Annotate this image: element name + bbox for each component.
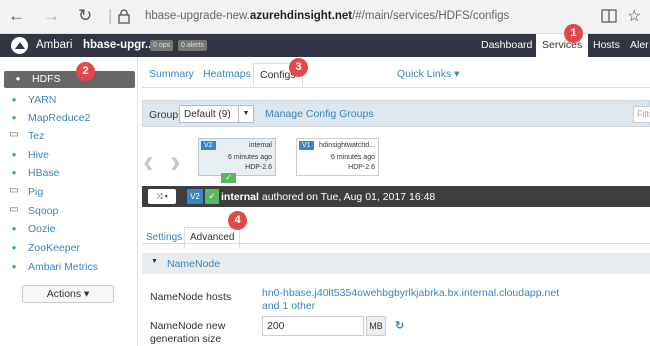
unit-label: MB [366, 316, 386, 336]
version-author: internal [221, 191, 259, 203]
lock-icon [118, 9, 130, 24]
namenode-other-hosts-link[interactable]: and 1 other [262, 300, 315, 313]
current-version-check-icon: ✓ [221, 173, 236, 183]
sidebar-item-hive[interactable]: ● Hive [0, 147, 138, 164]
version-stack: HDP-2.6 [245, 164, 272, 171]
ambari-logo-icon [11, 37, 28, 54]
arrow-left-icon[interactable]: ← [8, 6, 25, 26]
tab-heatmaps[interactable]: Heatmaps [203, 68, 251, 80]
url-domain: azurehdinsight.net [249, 10, 353, 22]
version-tag: V2 [201, 141, 216, 150]
version-stack: HDP-2.6 [348, 164, 375, 171]
check-icon: ✓ [205, 189, 219, 204]
check-circle-icon: ● [15, 74, 21, 83]
sidebar-item-yarn[interactable]: ● YARN [0, 92, 138, 109]
browser-toolbar: ← → ↻ | hbase-upgrade-new.azurehdinsight… [0, 0, 650, 34]
check-circle-icon: ● [11, 262, 17, 271]
nav-dashboard[interactable]: Dashboard [481, 39, 532, 51]
cluster-name: hbase-upgr... [83, 39, 155, 51]
check-circle-icon: ● [11, 150, 17, 159]
sidebar-item-mapreduce2[interactable]: ● MapReduce2 [0, 110, 138, 127]
version-author: hdinsightwatchd... [318, 142, 375, 149]
sidebar-item-label: Hive [28, 149, 50, 161]
arrow-right-icon[interactable]: → [43, 6, 60, 26]
version-card-v1[interactable]: V1 hdinsightwatchd... 6 minutes ago HDP-… [296, 138, 379, 176]
reading-view-icon[interactable] [601, 9, 617, 23]
laptop-icon: ▭ [9, 204, 19, 215]
compare-dropdown[interactable]: ⤨ ▾ [148, 189, 176, 204]
sidebar-item-label: Pig [28, 186, 44, 198]
namenode-newgen-label-line2: generation size [150, 333, 222, 345]
sidebar-item-oozie[interactable]: ● Oozie [0, 221, 138, 238]
tab-summary[interactable]: Summary [149, 68, 194, 80]
laptop-icon: ▭ [9, 129, 19, 140]
sidebar-item-label: MapReduce2 [28, 112, 91, 124]
version-authored-text: internal authored on Tue, Aug 01, 2017 1… [221, 191, 435, 203]
url-prefix: hbase-upgrade-new. [145, 10, 250, 22]
laptop-icon: ▭ [9, 185, 19, 196]
sidebar-item-label: Tez [28, 130, 45, 142]
filter-input[interactable]: Filte [633, 106, 650, 123]
refresh-icon[interactable]: ↻ [78, 6, 92, 26]
star-icon[interactable]: ☆ [627, 6, 641, 26]
check-circle-icon: ● [11, 224, 17, 233]
annotation-marker-4: 4 [228, 211, 247, 230]
quick-links-dropdown[interactable]: Quick Links ▾ [397, 68, 459, 80]
nav-alerts[interactable]: Aler [630, 39, 649, 51]
sidebar-item-tez[interactable]: ▭ Tez [0, 128, 138, 145]
sidebar-item-pig[interactable]: ▭ Pig [0, 184, 138, 201]
version-tag: V1 [299, 141, 314, 150]
app-name[interactable]: Ambari [36, 39, 72, 51]
tab-settings[interactable]: Settings [146, 232, 182, 243]
alerts-badge[interactable]: 0 alerts [178, 40, 207, 51]
ambari-header: Ambari hbase-upgr... 0 ops 0 alerts Dash… [0, 34, 650, 57]
annotation-marker-1: 1 [564, 24, 583, 43]
check-circle-icon: ● [11, 168, 17, 177]
nav-hosts[interactable]: Hosts [593, 39, 620, 51]
tab-divider [142, 87, 650, 88]
chevron-left-icon[interactable]: ‹ [143, 145, 154, 177]
address-bar[interactable]: hbase-upgrade-new.azurehdinsight.net/#/m… [145, 10, 509, 22]
chevron-right-icon[interactable]: › [170, 145, 181, 177]
version-time: 6 minutes ago [228, 154, 272, 161]
version-date: authored on Tue, Aug 01, 2017 16:48 [261, 191, 436, 203]
version-author: internal [249, 142, 272, 149]
sidebar-item-label: HBase [28, 167, 60, 179]
caret-down-icon[interactable]: ▼ [151, 258, 158, 265]
divider: | [108, 6, 113, 25]
tab-advanced[interactable]: Advanced [184, 227, 241, 248]
check-circle-icon: ● [11, 95, 17, 104]
ops-badge[interactable]: 0 ops [150, 40, 174, 51]
sidebar-item-sqoop[interactable]: ▭ Sqoop [0, 203, 138, 220]
version-card-v2[interactable]: V2 internal 6 minutes ago HDP-2.6 [198, 138, 276, 176]
sidebar-item-zookeeper[interactable]: ● ZooKeeper [0, 240, 138, 257]
sidebar-item-label: Sqoop [28, 205, 59, 217]
url-path: /#/main/services/HDFS/configs [352, 10, 510, 22]
sidebar-item-ambari-metrics[interactable]: ● Ambari Metrics [0, 259, 138, 276]
sidebar-item-hbase[interactable]: ● HBase [0, 165, 138, 182]
namenode-hosts-label: NameNode hosts [150, 291, 232, 303]
namenode-newgen-label: NameNode new [150, 320, 226, 332]
section-title[interactable]: NameNode [167, 258, 220, 270]
namenode-newgen-input[interactable]: 200 [262, 316, 364, 336]
sidebar-item-label: HDFS [32, 73, 61, 85]
check-circle-icon: ● [11, 113, 17, 122]
check-circle-icon: ● [11, 243, 17, 252]
actions-button[interactable]: Actions ▾ [22, 285, 114, 303]
version-time: 6 minutes ago [331, 154, 375, 161]
namenode-host-link[interactable]: hn0-hbase.j40lt5354owehbgbyrlkjabrka.bx.… [262, 287, 559, 300]
chevron-down-icon[interactable]: ▼ [238, 105, 254, 123]
manage-config-groups-link[interactable]: Manage Config Groups [265, 108, 374, 120]
sidebar-item-label: YARN [28, 94, 57, 106]
version-tag: V2 [187, 189, 203, 204]
group-label: Group [149, 109, 179, 121]
sidebar-item-hdfs[interactable]: ● HDFS [4, 71, 135, 88]
sidebar-item-label: ZooKeeper [28, 242, 80, 254]
sidebar-item-label: Ambari Metrics [28, 261, 99, 273]
annotation-marker-2: 2 [76, 62, 95, 81]
undo-icon[interactable]: ↻ [395, 319, 404, 332]
annotation-marker-3: 3 [289, 58, 308, 77]
subtab-divider [142, 243, 650, 244]
sidebar-item-label: Oozie [28, 223, 56, 235]
